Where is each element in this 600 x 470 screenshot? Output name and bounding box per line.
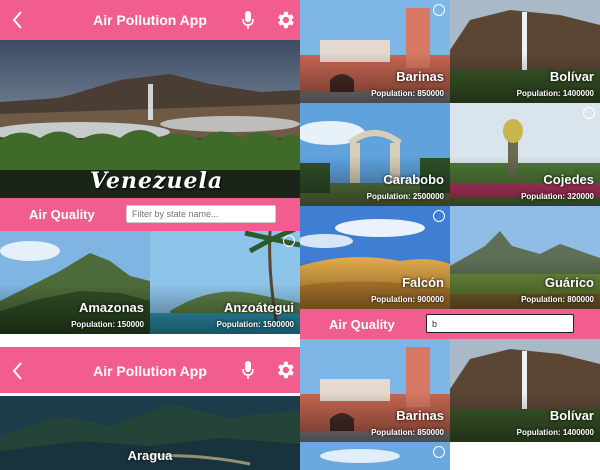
app-bar: Air Pollution App: [0, 347, 300, 393]
arrow-circle-icon[interactable]: [433, 210, 445, 222]
state-name: Anzoátegui: [223, 300, 294, 315]
state-image: [300, 442, 450, 470]
state-name: Amazonas: [78, 300, 144, 315]
state-name: Carabobo: [383, 172, 444, 187]
state-name: Aragua: [127, 448, 173, 463]
state-card[interactable]: Carabobo Population: 2500000: [300, 103, 450, 206]
state-name: Bolívar: [549, 69, 594, 84]
app-bar: Air Pollution App: [0, 0, 300, 40]
microphone-icon[interactable]: [241, 360, 255, 380]
empty-card: [450, 442, 600, 470]
state-population: Population: 2500000: [366, 192, 444, 201]
filter-input[interactable]: [426, 314, 574, 333]
state-card[interactable]: Aragua: [0, 396, 300, 470]
air-quality-bar: Air Quality: [300, 309, 600, 339]
air-quality-label: Air Quality: [29, 207, 95, 222]
state-card[interactable]: Bolívar Population: 1400000: [450, 339, 600, 442]
state-population: Population: 320000: [521, 192, 594, 201]
state-name: Falcón: [402, 275, 444, 290]
screenshot-collage: Air Pollution App Venezuela Air Quality: [0, 0, 600, 470]
state-population: Population: 150000: [71, 320, 144, 329]
state-population: Population: 1400000: [516, 89, 594, 98]
settings-icon[interactable]: [274, 9, 296, 31]
arrow-circle-icon[interactable]: [433, 4, 445, 16]
state-population: Population: 850000: [371, 428, 444, 437]
state-population: Population: 1400000: [516, 428, 594, 437]
state-name: Cojedes: [543, 172, 594, 187]
settings-icon[interactable]: [274, 359, 296, 381]
hero-brand-text: Venezuela: [90, 168, 224, 194]
state-name: Barinas: [396, 408, 444, 423]
state-name: Guárico: [544, 275, 594, 290]
state-name: Bolívar: [549, 408, 594, 423]
state-card[interactable]: Falcón Population: 900000: [300, 206, 450, 309]
state-population: Population: 900000: [371, 295, 444, 304]
air-quality-label: Air Quality: [329, 317, 395, 332]
microphone-icon[interactable]: [241, 10, 255, 30]
state-card[interactable]: Guárico Population: 800000: [450, 206, 600, 309]
arrow-circle-icon[interactable]: [283, 235, 295, 247]
state-card[interactable]: Bolívar Population: 1400000: [450, 0, 600, 103]
hero-banner: Venezuela: [0, 40, 300, 198]
state-name: Barinas: [396, 69, 444, 84]
state-card[interactable]: Barinas Population: 850000: [300, 339, 450, 442]
state-card[interactable]: Barinas Population: 850000: [300, 0, 450, 103]
filter-input[interactable]: [126, 205, 276, 223]
state-population: Population: 800000: [521, 295, 594, 304]
state-population: Population: 1500000: [216, 320, 294, 329]
state-card[interactable]: Cojedes Population: 320000: [450, 103, 600, 206]
arrow-circle-icon[interactable]: [583, 107, 595, 119]
arrow-circle-icon[interactable]: [433, 446, 445, 458]
state-card[interactable]: Amazonas Population: 150000: [0, 231, 150, 334]
air-quality-bar: Air Quality: [0, 198, 300, 231]
state-card[interactable]: [300, 442, 450, 470]
app-title: Air Pollution App: [93, 363, 207, 379]
state-population: Population: 850000: [371, 89, 444, 98]
state-card[interactable]: Anzoátegui Population: 1500000: [150, 231, 300, 334]
app-title: Air Pollution App: [93, 12, 207, 28]
